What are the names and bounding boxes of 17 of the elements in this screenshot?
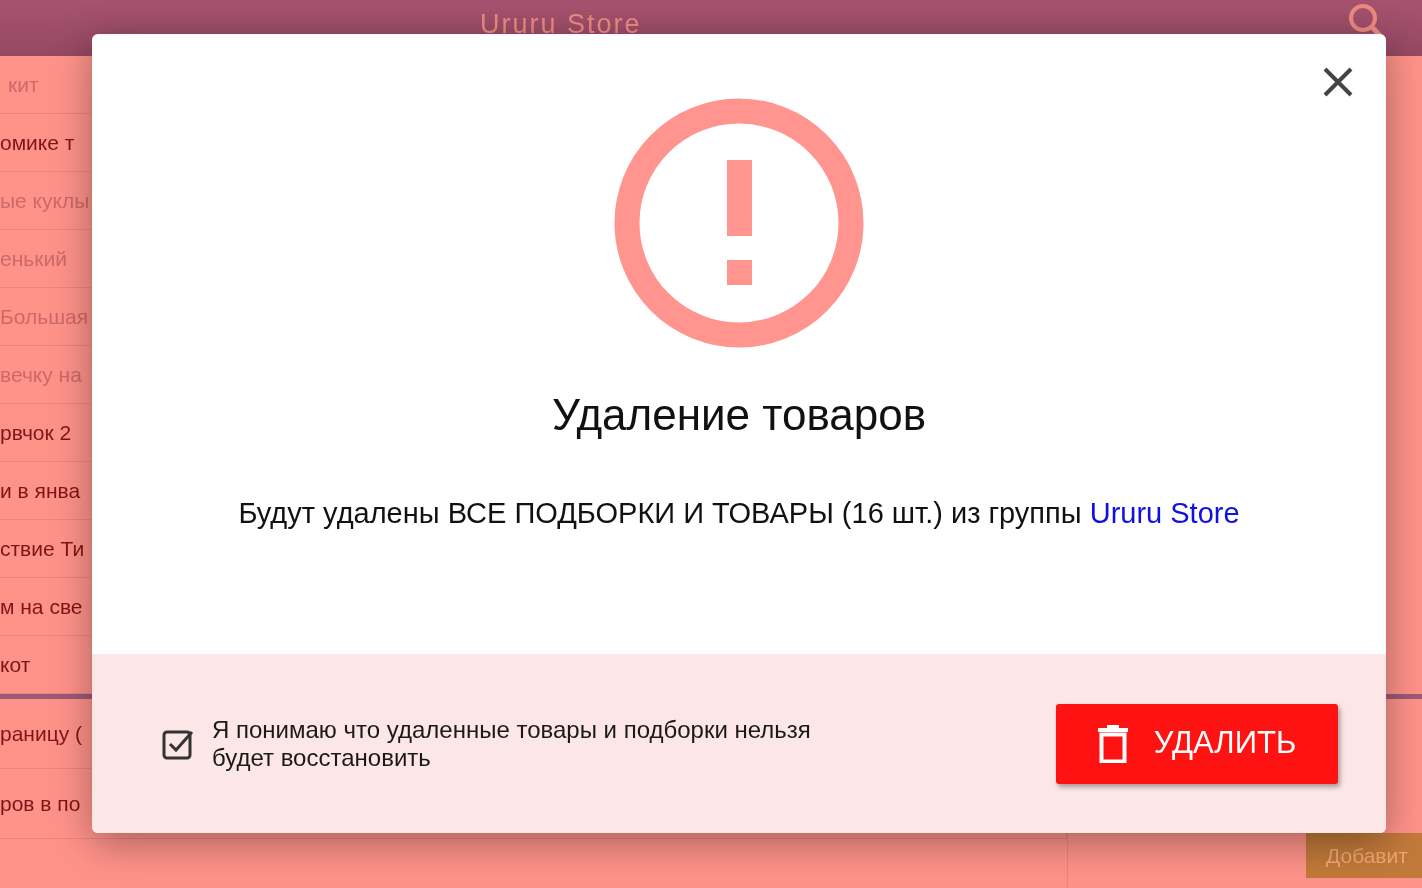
list-item-text: раницу (	[0, 720, 83, 747]
list-item-text: кот	[0, 651, 31, 678]
store-title: Ururu Store	[480, 8, 642, 41]
close-icon[interactable]	[1322, 66, 1354, 98]
list-item-text: ствие Ти	[0, 535, 85, 562]
dialog-title: Удаление товаров	[551, 389, 927, 441]
list-item-text: м на све	[0, 593, 83, 620]
delete-button[interactable]: УДАЛИТЬ	[1056, 703, 1338, 784]
trash-icon	[1097, 724, 1128, 763]
list-item-text: и в янва	[0, 477, 81, 504]
confirm-label: Я понимаю что удаленные товары и подборки нельзя будет восстановить	[212, 715, 812, 772]
list-item-text: ров в по	[0, 790, 81, 817]
warning-message: Будут удалены ВСЕ ПОДБОРКИ И ТОВАРЫ (16 шт.) из группы Ururu Store	[238, 496, 1240, 531]
group-link[interactable]: Ururu Store	[1089, 497, 1240, 529]
list-item-text: омике т	[0, 129, 75, 156]
list-item-text: рвчок 2	[0, 419, 72, 446]
warning-icon	[614, 98, 864, 348]
